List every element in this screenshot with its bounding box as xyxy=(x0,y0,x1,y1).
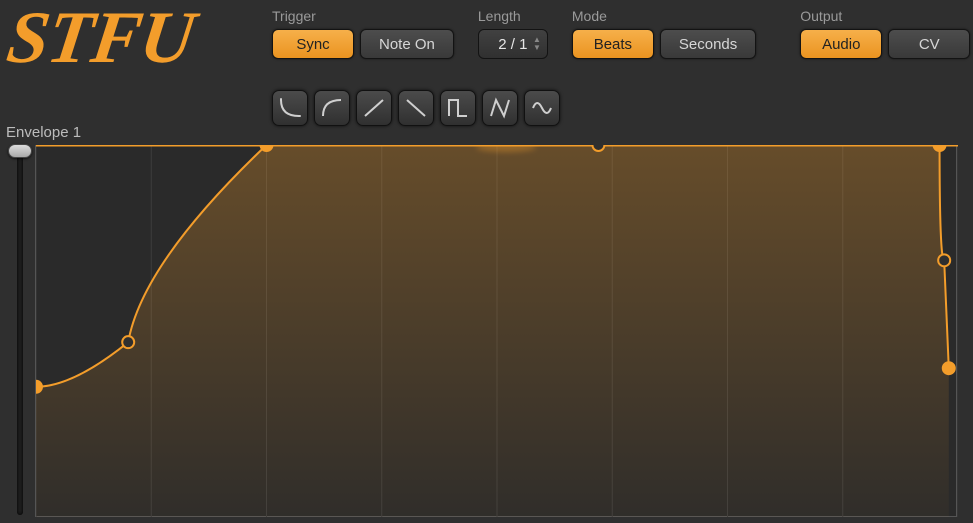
length-group: Length 2 / 1 ▲▼ xyxy=(478,8,548,59)
shape-sine-button[interactable] xyxy=(524,90,560,126)
mode-seconds-button[interactable]: Seconds xyxy=(660,29,756,59)
trigger-group: Trigger Sync Note On xyxy=(272,8,454,59)
envelope-node[interactable] xyxy=(592,145,604,151)
envelope-canvas[interactable] xyxy=(35,145,957,517)
shape-linear-up-button[interactable] xyxy=(356,90,392,126)
length-value: 2 / 1 xyxy=(498,36,527,53)
envelope-node[interactable] xyxy=(122,336,134,348)
output-group: Output Audio CV xyxy=(800,8,970,59)
output-label: Output xyxy=(800,8,970,24)
envelope-svg[interactable] xyxy=(36,145,958,517)
envelope-label: Envelope 1 xyxy=(6,124,81,141)
envelope-node[interactable] xyxy=(938,254,950,266)
output-audio-button[interactable]: Audio xyxy=(800,29,882,59)
shape-step-button[interactable] xyxy=(440,90,476,126)
output-cv-button[interactable]: CV xyxy=(888,29,970,59)
shape-row xyxy=(272,90,560,126)
trigger-label: Trigger xyxy=(272,8,454,24)
envelope-node[interactable] xyxy=(934,145,946,151)
envelope-amount-slider[interactable] xyxy=(10,145,30,515)
shape-curve-concave-button[interactable] xyxy=(272,90,308,126)
trigger-noteon-button[interactable]: Note On xyxy=(360,29,454,59)
mode-group: Mode Beats Seconds xyxy=(572,8,756,59)
length-label: Length xyxy=(478,8,548,24)
mode-label: Mode xyxy=(572,8,756,24)
envelope-node[interactable] xyxy=(36,381,42,393)
plugin-logo: STFU xyxy=(2,0,199,81)
shape-curve-convex-button[interactable] xyxy=(314,90,350,126)
stepper-arrows-icon: ▲▼ xyxy=(533,37,541,51)
envelope-node[interactable] xyxy=(261,145,273,151)
shape-triangle-button[interactable] xyxy=(482,90,518,126)
toolbar: Trigger Sync Note On Length 2 / 1 ▲▼ Mod… xyxy=(272,8,970,59)
slider-track xyxy=(17,145,23,515)
slider-thumb[interactable] xyxy=(8,144,32,158)
length-stepper[interactable]: 2 / 1 ▲▼ xyxy=(478,29,548,59)
trigger-sync-button[interactable]: Sync xyxy=(272,29,354,59)
shape-linear-down-button[interactable] xyxy=(398,90,434,126)
mode-beats-button[interactable]: Beats xyxy=(572,29,654,59)
envelope-node[interactable] xyxy=(943,362,955,374)
